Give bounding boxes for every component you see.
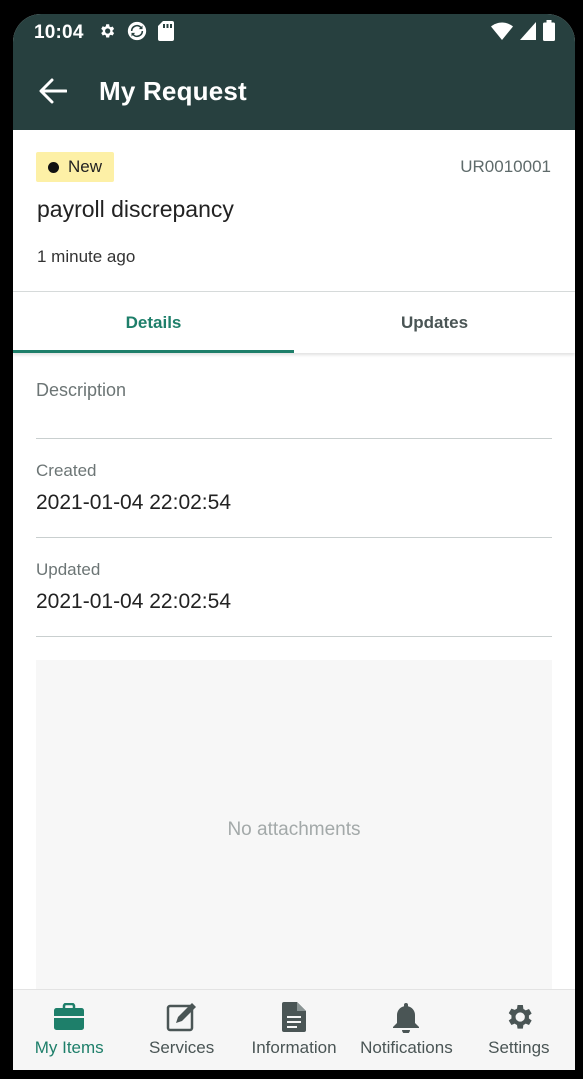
page-title: My Request <box>99 75 247 106</box>
ticket-id: UR0010001 <box>460 157 551 176</box>
phone-screen: 10:04 My Request New UR0010001 payroll d… <box>13 14 575 1070</box>
nav-settings[interactable]: Settings <box>463 1000 575 1070</box>
nav-label: Information <box>251 1038 337 1057</box>
updated-value: 2021-01-04 22:02:54 <box>36 590 231 613</box>
status-bar: 10:04 <box>13 14 575 52</box>
nav-my-items[interactable]: My Items <box>13 1000 125 1070</box>
gear-icon <box>503 1000 535 1034</box>
sd-card-status-icon <box>157 20 174 46</box>
description-label: Description <box>36 380 127 400</box>
status-left-icons <box>98 20 174 47</box>
nav-label: Settings <box>488 1038 550 1057</box>
app-bar: My Request <box>13 52 575 130</box>
wifi-icon <box>491 22 513 45</box>
tab-updates[interactable]: Updates <box>294 292 575 353</box>
attachments-area: No attachments <box>36 660 552 1000</box>
status-label: New <box>68 157 103 176</box>
status-badge: New <box>36 152 115 182</box>
details-panel: Description Created 2021-01-04 22:02:54 … <box>13 353 575 1000</box>
nav-label: Services <box>149 1038 215 1057</box>
cell-signal-icon <box>520 21 536 45</box>
sync-status-icon <box>126 20 148 47</box>
status-time: 10:04 <box>34 22 84 43</box>
description-field: Description <box>36 353 552 439</box>
briefcase-icon <box>53 1000 85 1034</box>
status-right-icons <box>491 20 555 46</box>
tab-bar: Details Updates <box>13 292 575 353</box>
tab-details[interactable]: Details <box>13 292 294 353</box>
bell-icon <box>392 1000 420 1034</box>
bottom-navigation: My Items Services Information Notificati… <box>13 989 575 1070</box>
created-label: Created <box>36 461 97 480</box>
settings-status-icon <box>98 22 116 45</box>
nav-notifications[interactable]: Notifications <box>350 1000 462 1070</box>
document-icon <box>282 1000 307 1034</box>
request-header: New UR0010001 payroll discrepancy 1 minu… <box>13 130 575 292</box>
back-arrow-icon[interactable] <box>37 75 69 107</box>
nav-services[interactable]: Services <box>125 1000 237 1070</box>
nav-information[interactable]: Information <box>238 1000 350 1070</box>
edit-icon <box>166 1000 198 1034</box>
request-age: 1 minute ago <box>37 247 136 266</box>
updated-field: Updated 2021-01-04 22:02:54 <box>36 538 552 637</box>
request-title: payroll discrepancy <box>37 196 234 222</box>
battery-icon <box>543 20 555 46</box>
created-field: Created 2021-01-04 22:02:54 <box>36 439 552 538</box>
created-value: 2021-01-04 22:02:54 <box>36 491 231 514</box>
nav-label: My Items <box>34 1038 104 1057</box>
updated-label: Updated <box>36 560 101 579</box>
nav-label: Notifications <box>360 1038 453 1057</box>
status-dot-icon <box>48 161 59 173</box>
no-attachments-text: No attachments <box>227 819 361 840</box>
